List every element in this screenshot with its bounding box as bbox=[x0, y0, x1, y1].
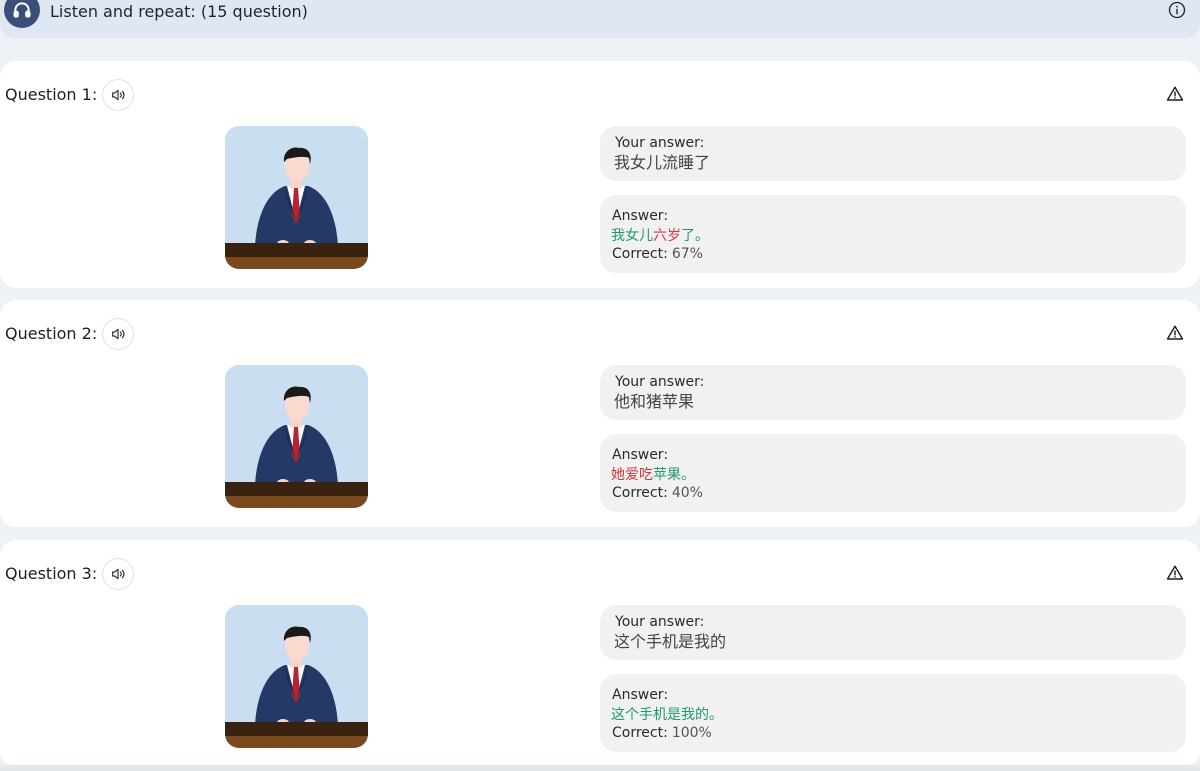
answer-text: 这个手机是我的。 bbox=[611, 706, 723, 724]
activity-header: Listen and repeat: (15 question) bbox=[0, 0, 1200, 38]
report-warning-icon[interactable] bbox=[1166, 564, 1184, 582]
your-answer-label: Your answer: bbox=[615, 374, 705, 390]
answer-part-correct: 苹果。 bbox=[653, 467, 695, 483]
activity-title: Listen and repeat: (15 question) bbox=[50, 2, 308, 21]
bottom-divider bbox=[0, 765, 1200, 771]
your-answer-label: Your answer: bbox=[615, 135, 705, 151]
question-card: Question 2: Your answer: 他和猪苹果 Answer: 她… bbox=[0, 300, 1200, 527]
your-answer-text: 他和猪苹果 bbox=[614, 392, 695, 411]
correct-answer-box: Answer: 她爱吃苹果。 Correct: 40% bbox=[600, 434, 1186, 512]
correct-percentage: 100% bbox=[671, 725, 712, 741]
your-answer-text: 这个手机是我的 bbox=[614, 632, 727, 651]
correct-score: Correct: 40% bbox=[612, 485, 703, 501]
play-audio-button[interactable] bbox=[102, 79, 134, 111]
speaker-icon bbox=[112, 328, 125, 340]
question-label: Question 2: bbox=[5, 324, 98, 343]
your-answer-box: Your answer: 这个手机是我的 bbox=[600, 605, 1186, 660]
speaker-icon bbox=[112, 89, 125, 101]
report-warning-icon[interactable] bbox=[1166, 324, 1184, 342]
your-answer-box: Your answer: 我女儿流睡了 bbox=[600, 126, 1186, 181]
question-label: Question 1: bbox=[5, 85, 98, 104]
correct-answer-box: Answer: 这个手机是我的。 Correct: 100% bbox=[600, 674, 1186, 752]
play-audio-button[interactable] bbox=[102, 558, 134, 590]
question-label: Question 3: bbox=[5, 564, 98, 583]
correct-label: Correct: bbox=[612, 485, 668, 501]
speaker-illustration bbox=[225, 365, 368, 508]
answer-part-correct: 我女儿 bbox=[611, 228, 653, 244]
speaker-illustration bbox=[225, 126, 368, 269]
answer-label: Answer: bbox=[612, 687, 669, 703]
question-card: Question 3: Your answer: 这个手机是我的 Answer:… bbox=[0, 540, 1200, 767]
your-answer-box: Your answer: 他和猪苹果 bbox=[600, 365, 1186, 420]
your-answer-text: 我女儿流睡了 bbox=[614, 153, 711, 172]
correct-answer-box: Answer: 我女儿六岁了。 Correct: 67% bbox=[600, 195, 1186, 273]
correct-percentage: 67% bbox=[671, 246, 703, 262]
speaker-illustration bbox=[225, 605, 368, 748]
answer-label: Answer: bbox=[612, 447, 669, 463]
correct-percentage: 40% bbox=[671, 485, 703, 501]
answer-part-correct: 了。 bbox=[681, 228, 709, 244]
answer-part-wrong: 六岁 bbox=[653, 228, 681, 244]
answer-part-correct: 这个手机是我的。 bbox=[611, 707, 723, 723]
correct-label: Correct: bbox=[612, 725, 668, 741]
answer-text: 她爱吃苹果。 bbox=[611, 466, 695, 484]
your-answer-label: Your answer: bbox=[615, 614, 705, 630]
headphones-icon bbox=[4, 0, 40, 28]
correct-score: Correct: 67% bbox=[612, 246, 703, 262]
play-audio-button[interactable] bbox=[102, 318, 134, 350]
speaker-icon bbox=[112, 568, 125, 580]
report-warning-icon[interactable] bbox=[1166, 85, 1184, 103]
question-card: Question 1: Your answer: 我女儿流睡了 Answer: … bbox=[0, 61, 1200, 288]
correct-score: Correct: 100% bbox=[612, 725, 712, 741]
answer-part-wrong: 她爱吃 bbox=[611, 467, 653, 483]
info-icon[interactable] bbox=[1168, 1, 1186, 19]
answer-text: 我女儿六岁了。 bbox=[611, 227, 709, 245]
correct-label: Correct: bbox=[612, 246, 668, 262]
answer-label: Answer: bbox=[612, 208, 669, 224]
